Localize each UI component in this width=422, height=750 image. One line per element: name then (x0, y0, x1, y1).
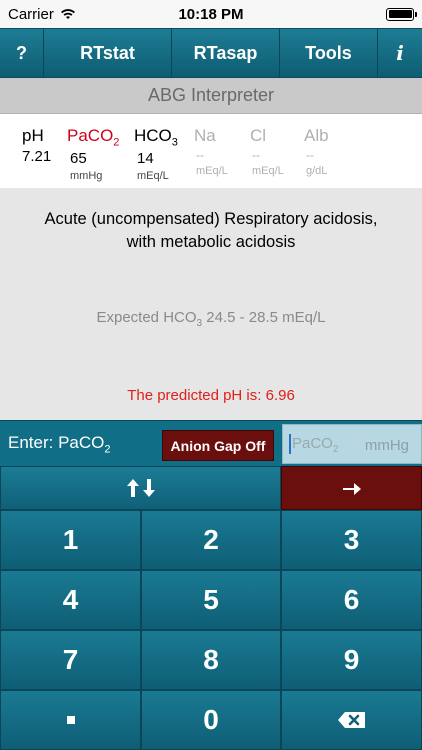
na-column[interactable]: Na -- mEq/L (194, 126, 228, 177)
predicted-ph-text: The predicted pH is: 6.96 (127, 387, 295, 404)
expected-hco3-text: Expected HCO3 24.5 - 28.5 mEq/L (96, 309, 326, 329)
carrier-label: Carrier (8, 5, 54, 23)
paco2-input[interactable]: PaCO2 mmHg (282, 424, 422, 464)
status-bar: Carrier 10:18 PM (0, 0, 422, 28)
hco3-label: HCO3 (134, 126, 178, 149)
diagnosis-text: Acute (uncompensated) Respiratory acidos… (44, 210, 378, 251)
ph-label: pH (22, 126, 44, 145)
rtstat-button[interactable]: RTstat (44, 29, 172, 77)
na-unit: mEq/L (196, 165, 228, 177)
enter-label: Enter: PaCO2 (8, 433, 111, 456)
backspace-key[interactable] (281, 690, 422, 750)
key-5[interactable]: 5 (141, 570, 281, 630)
forward-arrow-icon (342, 483, 361, 495)
nav-bar: ? RTstat RTasap Tools i (0, 28, 422, 78)
ph-column[interactable]: pH 7.21 (22, 126, 51, 165)
action-row (0, 466, 422, 510)
key-1[interactable]: 1 (0, 510, 141, 570)
paco2-unit: mmHg (70, 170, 103, 183)
hco3-value: 14 (137, 150, 154, 168)
key-9[interactable]: 9 (281, 630, 422, 690)
help-button[interactable]: ? (0, 29, 44, 77)
input-placeholder: PaCO2 (292, 435, 339, 455)
rtasap-button[interactable]: RTasap (172, 29, 280, 77)
key-4[interactable]: 4 (0, 570, 141, 630)
na-value: -- (196, 148, 204, 162)
cl-column[interactable]: Cl -- mEq/L (250, 126, 284, 177)
next-field-button[interactable] (281, 466, 422, 510)
backspace-icon (337, 712, 365, 728)
key-8[interactable]: 8 (141, 630, 281, 690)
ph-value: 7.21 (22, 148, 52, 165)
interpretation-panel: Acute (uncompensated) Respiratory acidos… (0, 188, 422, 420)
key-6[interactable]: 6 (281, 570, 422, 630)
key-0[interactable]: 0 (141, 690, 281, 750)
paco2-column[interactable]: PaCO2 65 mmHg (67, 126, 119, 182)
key-3[interactable]: 3 (281, 510, 422, 570)
tools-button[interactable]: Tools (280, 29, 378, 77)
alb-column[interactable]: Alb -- g/dL (304, 126, 329, 177)
anion-gap-toggle-button[interactable]: Anion Gap Off (162, 430, 274, 461)
cl-label: Cl (250, 126, 267, 145)
decimal-point-icon (66, 716, 75, 724)
key-2[interactable]: 2 (141, 510, 281, 570)
paco2-label: PaCO2 (67, 126, 120, 149)
swap-button[interactable] (0, 466, 281, 510)
cl-unit: mEq/L (252, 165, 284, 177)
input-unit: mmHg (364, 437, 409, 454)
cl-value: -- (252, 148, 260, 162)
paco2-value: 65 (70, 150, 87, 168)
hco3-column[interactable]: HCO3 14 mEq/L (134, 126, 178, 182)
number-keypad: 1 2 3 4 5 6 7 8 9 0 (0, 510, 422, 750)
alb-label: Alb (304, 126, 329, 145)
swap-arrows-icon (126, 479, 155, 497)
entry-row: Enter: PaCO2 Anion Gap Off PaCO2 mmHg (0, 420, 422, 466)
alb-unit: g/dL (306, 165, 328, 177)
key-7[interactable]: 7 (0, 630, 141, 690)
battery-icon (386, 7, 417, 21)
alb-value: -- (306, 148, 314, 162)
text-caret (289, 434, 291, 454)
hco3-unit: mEq/L (137, 170, 169, 183)
page-title: ABG Interpreter (0, 78, 422, 114)
info-button[interactable]: i (378, 29, 422, 77)
decimal-key[interactable] (0, 690, 141, 750)
na-label: Na (194, 126, 216, 145)
wifi-icon (60, 9, 75, 19)
abg-values: pH 7.21 PaCO2 65 mmHg HCO3 14 mEq/L Na -… (0, 120, 422, 184)
